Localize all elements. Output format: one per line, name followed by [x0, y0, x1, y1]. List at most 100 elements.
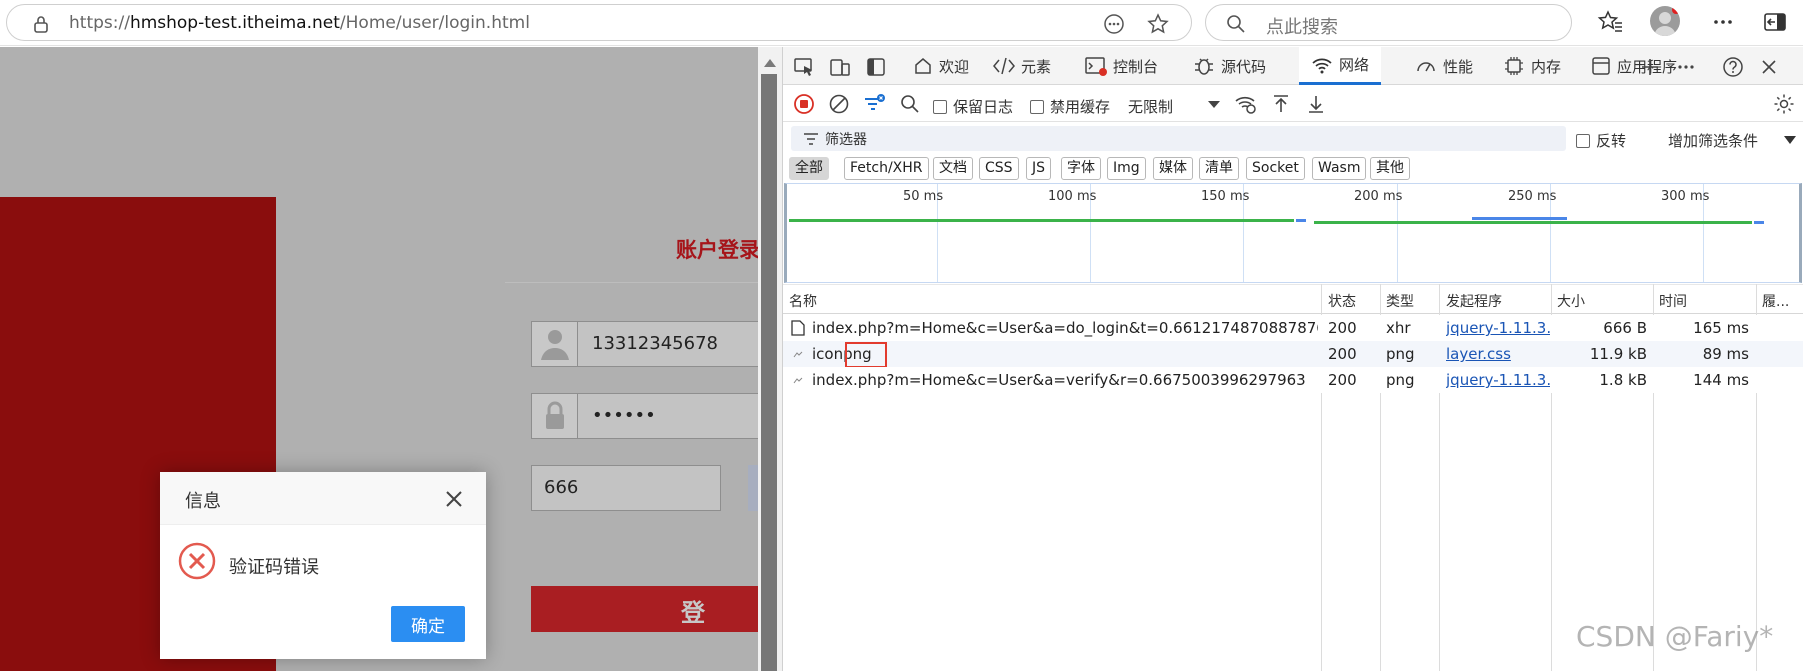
- tab-network[interactable]: 网络: [1299, 47, 1382, 85]
- favorites-icon[interactable]: [1597, 9, 1623, 35]
- tab-memory[interactable]: 内存: [1495, 47, 1569, 85]
- dock-side-icon[interactable]: [865, 56, 887, 78]
- timeline-bar: [789, 219, 1294, 222]
- type-filter-socket[interactable]: Socket: [1246, 157, 1305, 180]
- disable-cache-checkbox[interactable]: 禁用缓存: [1030, 96, 1110, 117]
- more-filters-dropdown[interactable]: 增加筛选条件: [1668, 130, 1758, 151]
- notification-dot: [1672, 6, 1680, 14]
- user-icon-box: [532, 322, 578, 366]
- captcha-field[interactable]: 666: [531, 465, 721, 511]
- type-filter-media[interactable]: 媒体: [1153, 157, 1193, 180]
- request-status: 200: [1328, 345, 1357, 363]
- more-options-icon[interactable]: [1103, 13, 1125, 35]
- request-name: index.php?m=Home&c=User&a=verify&r=0.667…: [812, 371, 1306, 389]
- search-icon[interactable]: [899, 93, 921, 115]
- throttle-select[interactable]: 无限制: [1128, 96, 1173, 117]
- column-initiator[interactable]: 发起程序: [1446, 291, 1502, 311]
- tab-performance[interactable]: 性能: [1407, 47, 1481, 85]
- clear-icon[interactable]: [828, 93, 850, 115]
- ok-button[interactable]: 确定: [391, 606, 465, 642]
- type-filter-all[interactable]: 全部: [789, 157, 829, 180]
- timeline-bar: [1314, 221, 1752, 224]
- password-value[interactable]: ••••••: [592, 405, 656, 426]
- tab-application[interactable]: 应用程序: [1583, 47, 1685, 85]
- settings-gear-icon[interactable]: [1773, 93, 1795, 115]
- sidebar-exit-icon[interactable]: [1762, 9, 1788, 35]
- filter-input[interactable]: 筛选器: [791, 126, 1566, 151]
- filter-placeholder: 筛选器: [825, 132, 867, 148]
- type-filter-font[interactable]: 字体: [1061, 157, 1101, 180]
- type-filter-css[interactable]: CSS: [979, 157, 1019, 180]
- timeline-tick-label: 200 ms: [1354, 189, 1403, 204]
- close-devtools-icon[interactable]: [1758, 56, 1780, 78]
- avatar[interactable]: [1650, 6, 1680, 36]
- device-emulation-icon[interactable]: [829, 56, 851, 78]
- phone-value[interactable]: 13312345678: [592, 333, 718, 354]
- help-icon[interactable]: [1722, 56, 1744, 78]
- checkbox-box[interactable]: [1030, 100, 1044, 114]
- page-scrollbar[interactable]: [758, 47, 782, 671]
- checkbox-box[interactable]: [1576, 134, 1590, 148]
- type-filter-other[interactable]: 其他: [1370, 157, 1410, 180]
- menu-ellipsis-icon[interactable]: [1710, 9, 1736, 35]
- invert-checkbox[interactable]: 反转: [1576, 130, 1626, 151]
- user-icon: [541, 330, 569, 360]
- password-field[interactable]: ••••••: [531, 393, 758, 439]
- tab-welcome[interactable]: 欢迎: [905, 47, 977, 85]
- column-name[interactable]: 名称: [789, 291, 817, 311]
- filter-toggle-icon[interactable]: [863, 93, 885, 115]
- tab-sources[interactable]: 源代码: [1185, 47, 1274, 85]
- timeline-bar: [1754, 221, 1764, 224]
- column-waterfall[interactable]: 履...: [1762, 291, 1789, 311]
- column-type[interactable]: 类型: [1386, 291, 1414, 311]
- more-tools-icon[interactable]: [1675, 56, 1697, 78]
- record-stop-icon[interactable]: [793, 93, 815, 115]
- tab-label: 控制台: [1113, 57, 1159, 76]
- wifi-icon: [1312, 58, 1332, 73]
- upload-icon[interactable]: [1270, 93, 1292, 115]
- login-button[interactable]: 登 录: [531, 586, 758, 632]
- type-filter-manifest[interactable]: 清单: [1199, 157, 1239, 180]
- type-filter-js[interactable]: JS: [1026, 157, 1052, 180]
- network-timeline[interactable]: 50 ms 100 ms 150 ms 200 ms 250 ms 300 ms: [784, 183, 1802, 283]
- tab-console[interactable]: 控制台: [1077, 47, 1166, 85]
- search-box[interactable]: 点此搜索: [1205, 4, 1572, 41]
- request-initiator-link[interactable]: jquery-1.11.3.min.js: [1446, 319, 1550, 337]
- column-time[interactable]: 时间: [1659, 291, 1687, 311]
- address-bar[interactable]: https://hmshop-test.itheima.net/Home/use…: [6, 4, 1192, 41]
- download-icon[interactable]: [1305, 93, 1327, 115]
- type-filter-wasm[interactable]: Wasm: [1312, 157, 1367, 180]
- table-row[interactable]: index.php?m=Home&c=User&a=do_login&t=0.6…: [783, 315, 1803, 341]
- request-initiator-link[interactable]: layer.css: [1446, 345, 1550, 363]
- network-conditions-icon[interactable]: [1235, 93, 1257, 115]
- inspect-icon[interactable]: [793, 56, 815, 78]
- add-tab-icon[interactable]: [1639, 56, 1661, 78]
- captcha-value[interactable]: 666: [544, 477, 578, 498]
- phone-field[interactable]: 13312345678: [531, 321, 758, 367]
- preserve-log-checkbox[interactable]: 保留日志: [933, 96, 1013, 117]
- type-filter-img[interactable]: Img: [1107, 157, 1146, 180]
- message-dialog: 信息 验证码错误 确定: [160, 472, 486, 659]
- checkbox-box[interactable]: [933, 100, 947, 114]
- favorite-star-icon[interactable]: [1147, 13, 1169, 35]
- chevron-down-icon[interactable]: [1203, 93, 1225, 115]
- captcha-image[interactable]: [748, 465, 758, 511]
- filter-icon: [804, 133, 818, 145]
- chevron-down-icon[interactable]: [1783, 133, 1797, 147]
- scroll-up-arrow-icon[interactable]: [764, 59, 776, 67]
- network-toolbar: 保留日志 禁用缓存 无限制: [783, 86, 1803, 122]
- column-size[interactable]: 大小: [1557, 291, 1585, 311]
- scrollbar-thumb[interactable]: [761, 74, 777, 671]
- request-size: 666 B: [1603, 319, 1647, 337]
- type-filter-fetch-xhr[interactable]: Fetch/XHR: [844, 157, 929, 180]
- request-initiator-link[interactable]: jquery-1.11.3.min.js: [1446, 371, 1550, 389]
- table-row[interactable]: index.php?m=Home&c=User&a=verify&r=0.667…: [783, 367, 1803, 393]
- table-row[interactable]: iconpng 200 png layer.css 11.9 kB 89 ms: [783, 341, 1803, 368]
- type-filter-doc[interactable]: 文档: [933, 157, 973, 180]
- devtools-tabbar: 欢迎 元素 控制台 源代码 网络 性能 内存 应用程序: [783, 47, 1803, 85]
- column-status[interactable]: 状态: [1328, 291, 1356, 311]
- close-icon[interactable]: [443, 488, 465, 510]
- lock-icon[interactable]: [33, 15, 49, 33]
- url-text[interactable]: https://hmshop-test.itheima.net/Home/use…: [69, 13, 530, 33]
- tab-elements[interactable]: 元素: [985, 47, 1059, 85]
